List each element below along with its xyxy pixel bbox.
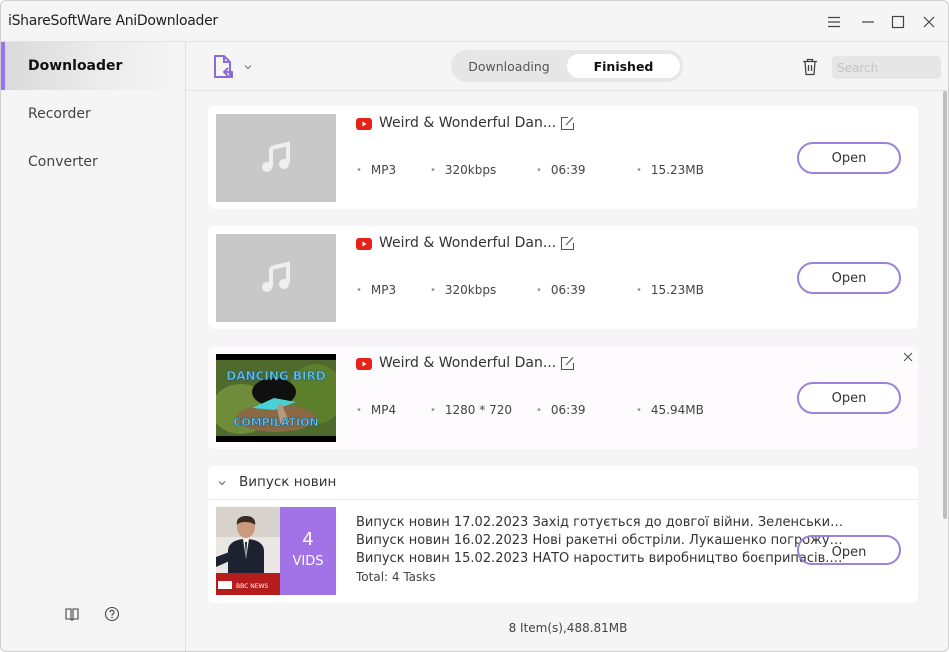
item-duration: 06:39 xyxy=(536,163,586,177)
chevron-down-icon[interactable] xyxy=(241,60,255,74)
thumb-caption-top: DANCING BIRD xyxy=(226,369,325,383)
edit-icon[interactable] xyxy=(560,236,575,251)
close-icon[interactable] xyxy=(918,11,940,33)
scrollbar[interactable] xyxy=(943,91,947,519)
item-quality: 320kbps xyxy=(430,283,496,297)
list-item[interactable]: DANCING BIRD COMPILATION Weird & Wonderf… xyxy=(208,346,918,449)
item-size: 15.23MB xyxy=(636,283,704,297)
item-title: Weird & Wonderful Dan... xyxy=(379,115,557,131)
status-tabs: Downloading Finished xyxy=(451,50,683,82)
trash-icon[interactable] xyxy=(801,57,819,77)
item-duration: 06:39 xyxy=(536,283,586,297)
thumbnail xyxy=(216,114,336,202)
vids-label: VIDS xyxy=(293,554,324,569)
video-thumbnail: DANCING BIRD COMPILATION xyxy=(216,354,336,442)
tab-finished[interactable]: Finished xyxy=(567,54,680,78)
list-item[interactable]: Weird & Wonderful Dan... MP3 320kbps 06:… xyxy=(208,226,918,329)
open-button[interactable]: Open xyxy=(797,262,901,294)
book-icon[interactable] xyxy=(63,605,81,623)
youtube-icon xyxy=(356,238,372,250)
item-size: 15.23MB xyxy=(636,163,704,177)
search-input[interactable] xyxy=(832,56,941,79)
edit-icon[interactable] xyxy=(560,356,575,371)
menu-icon[interactable] xyxy=(823,11,845,33)
app-window: iShareSoftWare AniDownloader Downloader … xyxy=(0,0,949,652)
sidebar-item-downloader[interactable]: Downloader xyxy=(1,42,185,90)
group-title: Випуск новин xyxy=(239,474,337,490)
news-caption: BBC NEWS xyxy=(236,583,268,590)
thumb-caption-bottom: COMPILATION xyxy=(233,416,318,429)
group-total: Total: 4 Tasks xyxy=(356,570,436,584)
list-item[interactable]: Weird & Wonderful Dan... MP3 320kbps 06:… xyxy=(208,106,918,209)
music-note-icon xyxy=(262,261,290,292)
sidebar-item-converter[interactable]: Converter xyxy=(1,138,185,186)
music-note-icon xyxy=(262,141,290,172)
minimize-icon[interactable] xyxy=(857,11,879,33)
group-entries: Випуск новин 17.02.2023 Захід готується … xyxy=(356,514,856,586)
edit-icon[interactable] xyxy=(560,116,575,131)
sidebar-item-label: Downloader xyxy=(28,58,123,74)
app-title: iShareSoftWare AniDownloader xyxy=(8,13,218,29)
title-bar: iShareSoftWare AniDownloader xyxy=(1,1,948,42)
group-entry: Випуск новин 15.02.2023 НАТО наростить в… xyxy=(356,551,844,566)
vids-count: 4 xyxy=(302,529,313,550)
item-format: MP3 xyxy=(356,283,396,297)
help-icon[interactable] xyxy=(103,605,121,623)
sidebar-item-label: Converter xyxy=(28,154,98,170)
item-size: 45.94MB xyxy=(636,403,704,417)
remove-item-icon[interactable] xyxy=(902,351,914,363)
tab-downloading[interactable]: Downloading xyxy=(453,54,565,78)
group-entry: Випуск новин 16.02.2023 Нові ракетні обс… xyxy=(356,533,844,548)
status-summary: 8 Item(s),488.81MB xyxy=(508,621,628,635)
youtube-icon xyxy=(356,358,372,370)
open-button[interactable]: Open xyxy=(797,535,901,565)
item-title: Weird & Wonderful Dan... xyxy=(379,355,557,371)
download-list: Weird & Wonderful Dan... MP3 320kbps 06:… xyxy=(186,91,948,609)
thumbnail xyxy=(216,234,336,322)
sidebar-item-label: Recorder xyxy=(28,106,91,122)
sidebar-item-recorder[interactable]: Recorder xyxy=(1,90,185,138)
item-duration: 06:39 xyxy=(536,403,586,417)
dancing-bird-image: DANCING BIRD COMPILATION xyxy=(216,354,336,442)
group-entry: Випуск новин 17.02.2023 Захід готується … xyxy=(356,515,844,530)
news-image: BBC NEWS 4 VIDS xyxy=(216,507,336,595)
chevron-down-icon[interactable] xyxy=(216,477,228,489)
item-quality: 1280 * 720 xyxy=(430,403,512,417)
item-format: MP3 xyxy=(356,163,396,177)
group-thumbnail: BBC NEWS 4 VIDS xyxy=(216,507,336,595)
sidebar: Downloader Recorder Converter xyxy=(1,42,186,651)
item-format: MP4 xyxy=(356,403,396,417)
open-button[interactable]: Open xyxy=(797,142,901,174)
group-header[interactable]: Випуск новин xyxy=(208,466,918,500)
playlist-group: Випуск новин BBC NEWS 4 VIDS Випуск нови… xyxy=(208,466,918,603)
item-quality: 320kbps xyxy=(430,163,496,177)
toolbar: Downloading Finished xyxy=(186,42,948,91)
add-file-icon[interactable] xyxy=(212,54,234,80)
open-button[interactable]: Open xyxy=(797,382,901,414)
youtube-icon xyxy=(356,118,372,130)
item-title: Weird & Wonderful Dan... xyxy=(379,235,557,251)
maximize-icon[interactable] xyxy=(887,11,909,33)
